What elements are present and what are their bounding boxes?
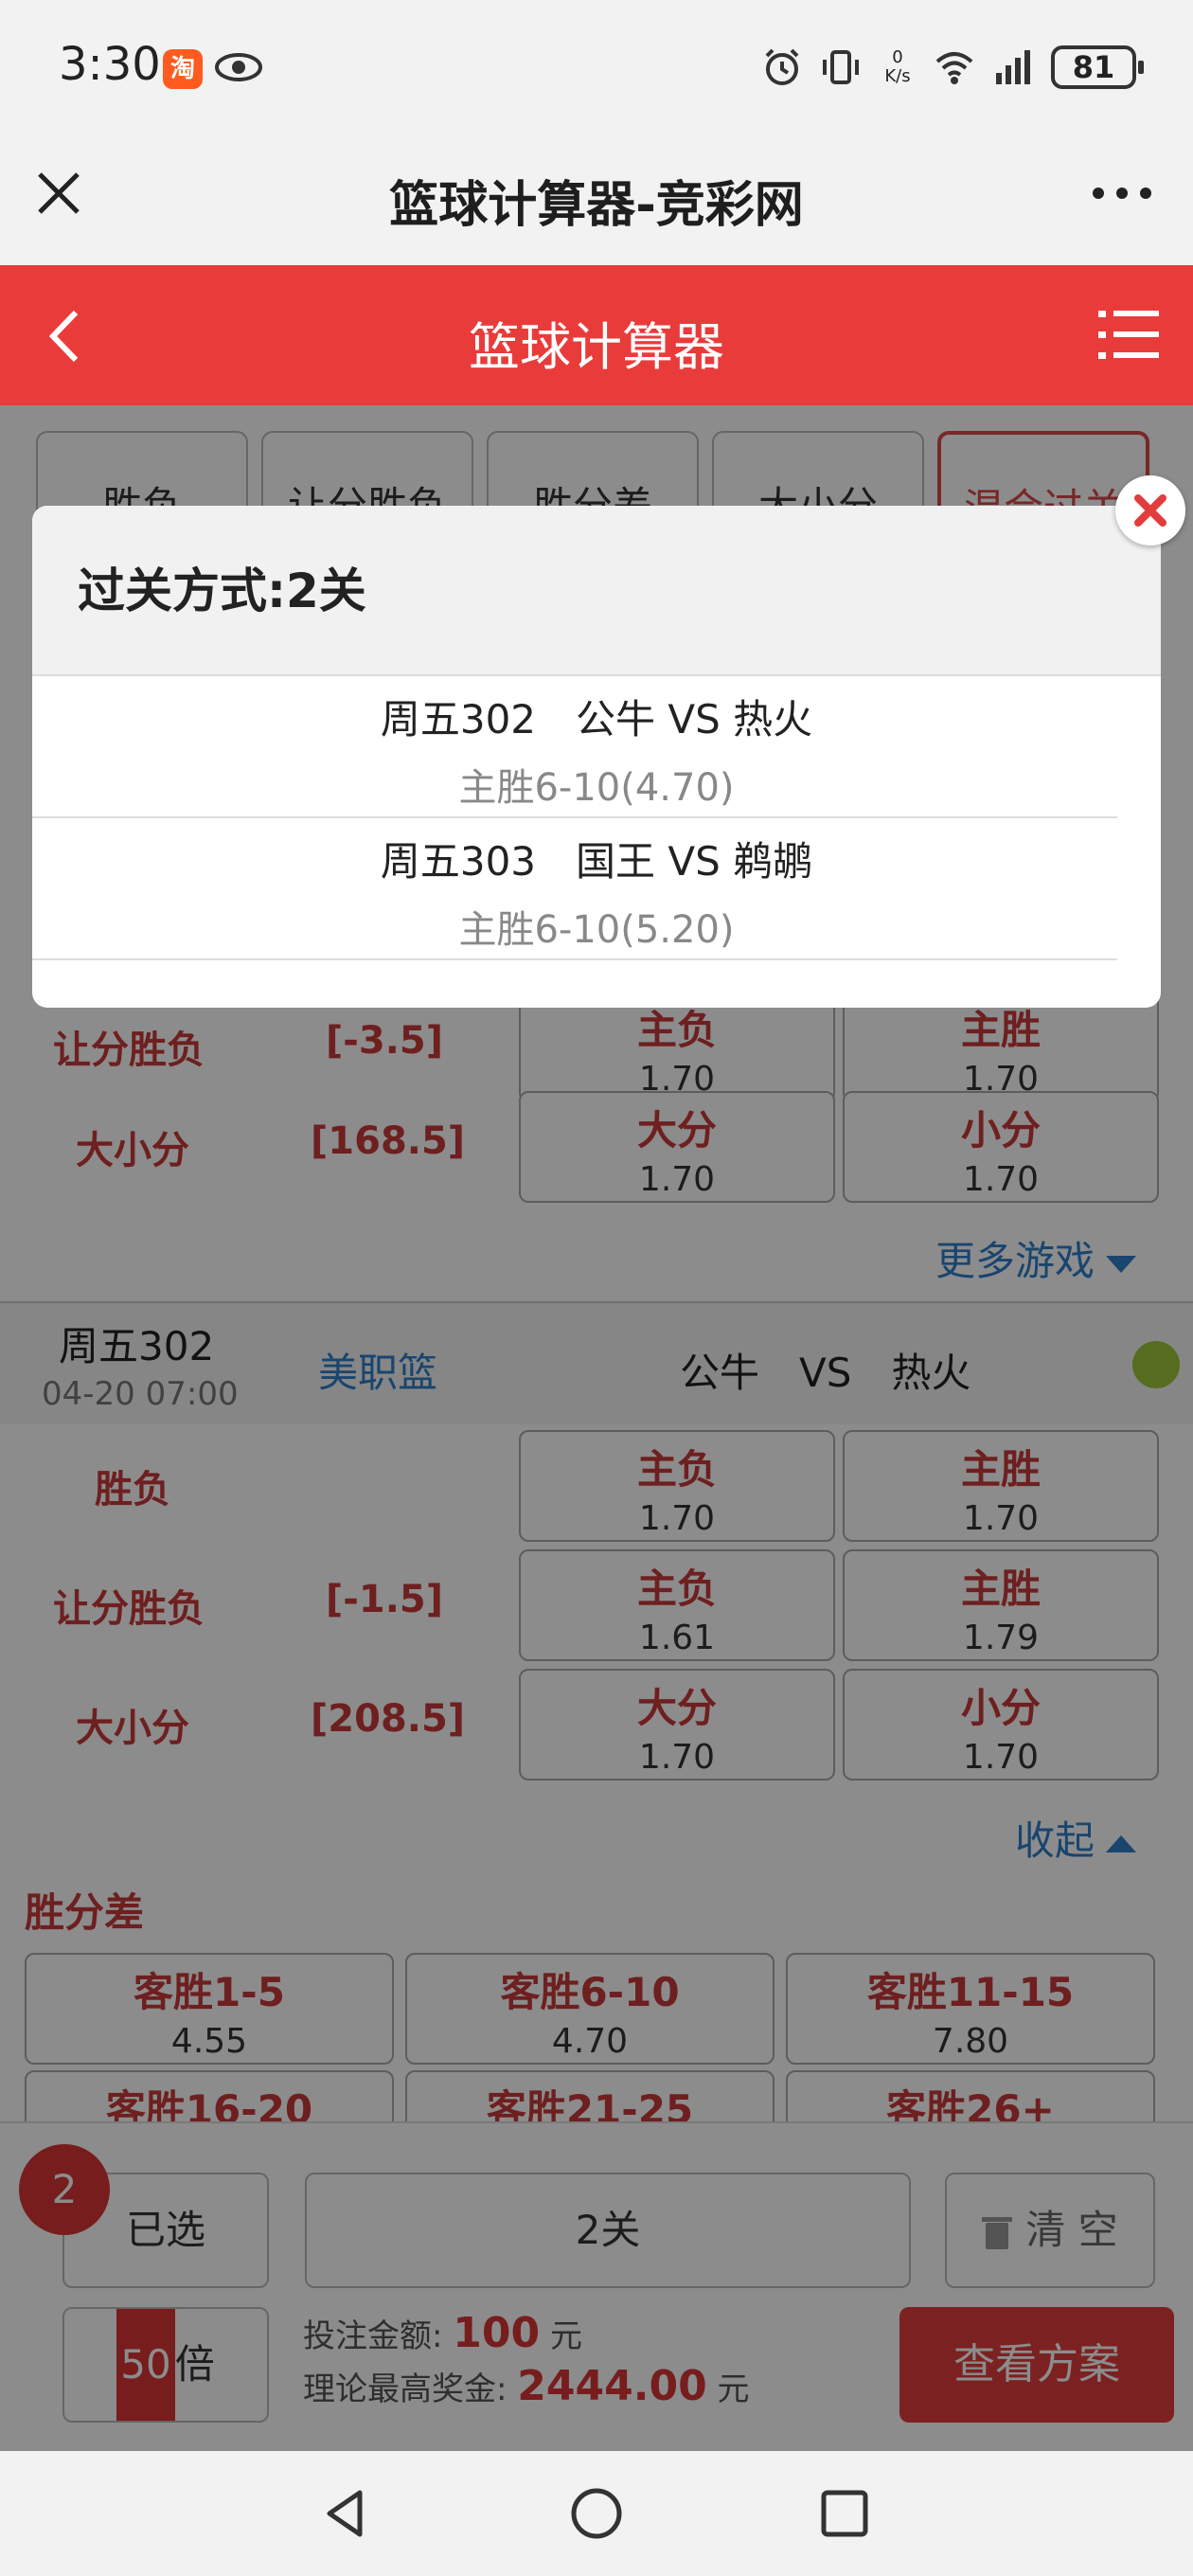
status-time: 3:30 (59, 38, 161, 91)
nav-home-icon[interactable] (568, 2485, 625, 2542)
nav-recents-icon[interactable] (816, 2485, 873, 2542)
modal-close-icon[interactable] (1115, 475, 1185, 546)
app-title-bar: 篮球计算器-竞彩网 (0, 133, 1193, 265)
vibrate-icon (823, 50, 859, 84)
battery-icon: 81 (1051, 45, 1144, 89)
selection-match: 周五303 国王 VS 鹈鹕 (380, 838, 813, 885)
selection-pick: 主胜6-10(4.70) (458, 766, 735, 810)
menu-icon[interactable] (1096, 305, 1161, 364)
more-icon[interactable] (1089, 174, 1155, 212)
system-nav-bar (0, 2451, 1193, 2576)
app-title: 篮球计算器-竞彩网 (389, 177, 804, 234)
network-speed: 0 K/s (884, 47, 911, 86)
page-header: 篮球计算器 (0, 265, 1193, 405)
parlay-modal: 过关方式:2关 周五302 公牛 VS 热火 主胜6-10(4.70) 周五30… (32, 506, 1161, 1008)
modal-selection-item: 周五303 国王 VS 鹈鹕 主胜6-10(5.20) (32, 818, 1117, 960)
taobao-app-icon: 淘 (163, 49, 203, 89)
modal-selection-item: 周五302 公牛 VS 热火 主胜6-10(4.70) (32, 676, 1117, 818)
eye-icon (215, 53, 262, 81)
wifi-icon (935, 52, 973, 84)
alarm-icon (765, 48, 799, 85)
selection-match: 周五302 公牛 VS 热火 (380, 696, 813, 742)
status-bar: 3:30 淘 0 K/s 81 (0, 0, 1193, 133)
nav-back-icon[interactable] (318, 2485, 375, 2542)
modal-title: 过关方式:2关 (32, 506, 1161, 676)
signal-icon (996, 50, 1030, 84)
selection-pick: 主胜6-10(5.20) (458, 908, 735, 952)
status-icons: 0 K/s 81 (761, 44, 1144, 91)
page-title: 篮球计算器 (469, 317, 724, 377)
